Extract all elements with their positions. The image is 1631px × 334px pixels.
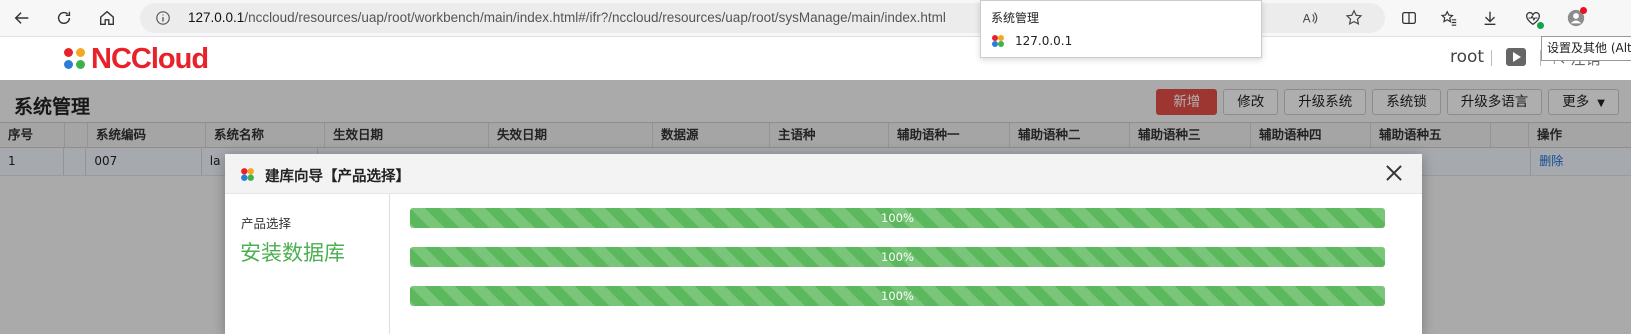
close-icon[interactable]: [1384, 163, 1404, 183]
db-wizard-modal: 建库向导【产品选择】 产品选择 安装数据库 100% 100% 100%: [225, 154, 1422, 334]
logo-mark-icon: [64, 47, 88, 72]
app-header: NCCloud root ⇱ 注销: [0, 37, 1631, 80]
tooltip-title: 系统管理: [991, 11, 1040, 25]
browser-toolbar: 127.0.0.1/nccloud/resources/uap/root/wor…: [0, 0, 1631, 37]
back-icon[interactable]: [8, 4, 36, 32]
progress-label: 100%: [881, 289, 914, 303]
wizard-steps: 产品选择 安装数据库: [225, 194, 390, 334]
url-path: /nccloud/resources/uap/root/workbench/ma…: [244, 10, 946, 25]
step-label: 产品选择: [241, 216, 292, 231]
header-divider: [1491, 50, 1492, 66]
status-dot: [1537, 22, 1544, 29]
home-icon[interactable]: [93, 4, 121, 32]
user-name[interactable]: root: [1450, 47, 1484, 67]
info-icon[interactable]: [154, 9, 172, 27]
current-step: 安装数据库: [240, 241, 345, 265]
read-aloud-icon[interactable]: A: [1300, 8, 1320, 28]
favorite-star-icon[interactable]: [1344, 8, 1364, 28]
downloads-icon[interactable]: [1477, 5, 1503, 31]
progress-label: 100%: [881, 211, 914, 225]
notification-dot: [1580, 7, 1587, 14]
progress-bar: 100%: [410, 286, 1385, 306]
profile-icon[interactable]: [1563, 5, 1589, 31]
progress-bar: 100%: [410, 208, 1385, 228]
tab-hover-tooltip: 系统管理 127.0.0.1: [980, 0, 1262, 58]
favorites-icon[interactable]: [1436, 5, 1462, 31]
nccloud-favicon: [992, 35, 1004, 47]
url-host: 127.0.0.1: [188, 10, 245, 25]
progress-label: 100%: [881, 250, 914, 264]
tooltip-host: 127.0.0.1: [1015, 34, 1073, 48]
modal-title: 建库向导【产品选择】: [265, 169, 410, 185]
settings-tooltip: 设置及其他 (Alt+F): [1541, 36, 1631, 61]
modal-header: 建库向导【产品选择】: [225, 154, 1422, 194]
refresh-icon[interactable]: [50, 4, 78, 32]
logo-text: NCCloud: [91, 43, 209, 75]
browser-essentials-icon[interactable]: [1520, 5, 1546, 31]
nccloud-logo[interactable]: NCCloud: [64, 43, 209, 76]
split-screen-icon[interactable]: [1396, 5, 1422, 31]
nccloud-logo-icon: [241, 168, 254, 181]
video-icon[interactable]: [1506, 48, 1526, 66]
svg-text:A: A: [1303, 13, 1311, 26]
progress-bar: 100%: [410, 247, 1385, 267]
